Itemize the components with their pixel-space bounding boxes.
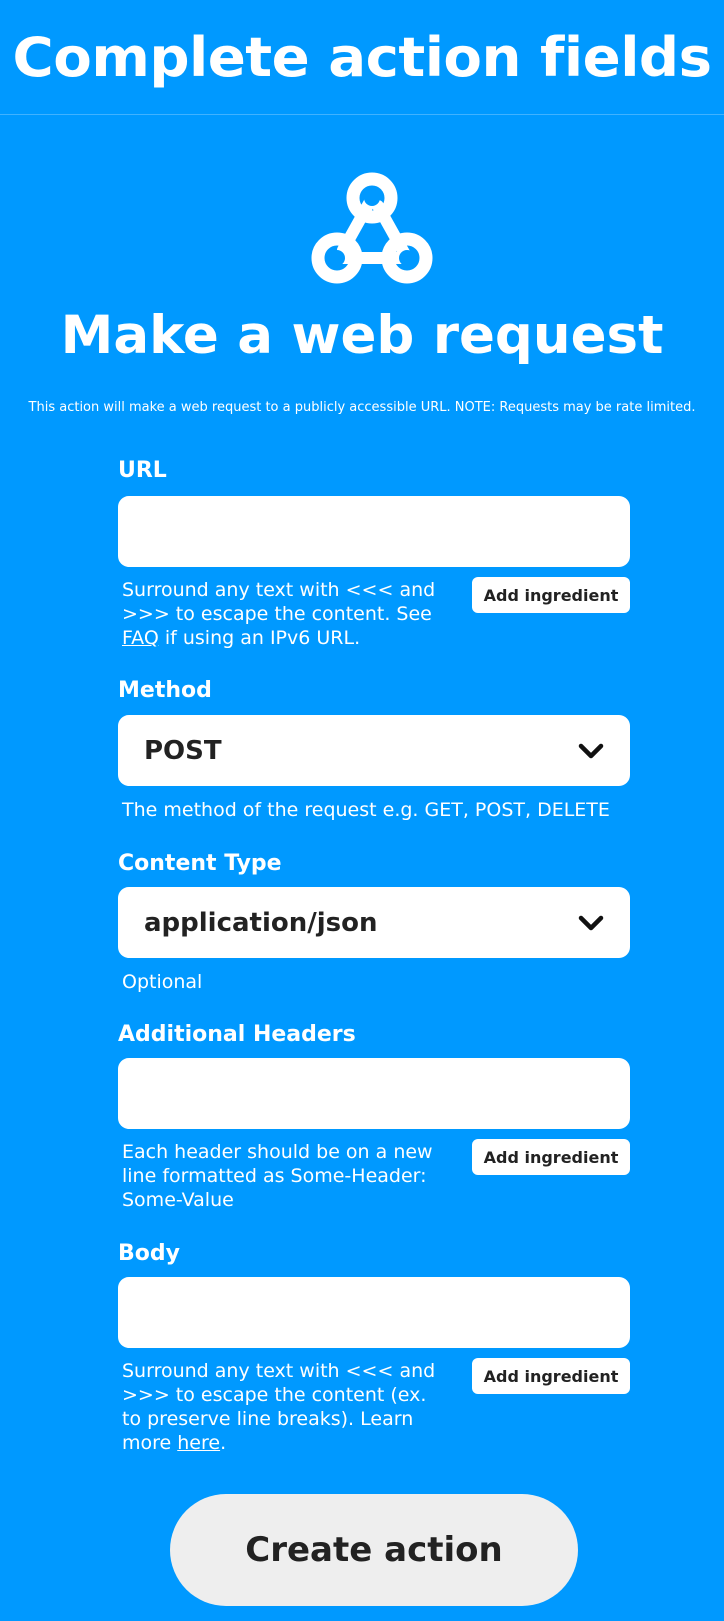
chevron-down-icon xyxy=(578,743,604,758)
page-header: Complete action fields xyxy=(0,0,724,115)
body-add-ingredient-button[interactable]: Add ingredient xyxy=(472,1358,630,1394)
action-description: This action will make a web request to a… xyxy=(28,400,696,415)
method-label: Method xyxy=(118,678,212,703)
body-input[interactable] xyxy=(118,1277,630,1348)
headers-add-ingredient-button[interactable]: Add ingredient xyxy=(472,1139,630,1175)
url-label: URL xyxy=(118,458,167,483)
method-select-value: POST xyxy=(144,735,222,766)
content-type-label: Content Type xyxy=(118,851,282,876)
action-title: Make a web request xyxy=(60,305,664,366)
body-help-end: . xyxy=(220,1432,227,1454)
content-type-select[interactable]: application/json xyxy=(118,887,630,958)
url-help-end: if using an IPv6 URL. xyxy=(158,627,361,649)
content-type-help-text: Optional xyxy=(122,971,203,993)
additional-headers-label: Additional Headers xyxy=(118,1022,356,1047)
create-action-button[interactable]: Create action xyxy=(170,1494,578,1606)
method-select[interactable]: POST xyxy=(118,715,630,786)
learn-more-link[interactable]: here xyxy=(177,1432,220,1454)
page-title: Complete action fields xyxy=(12,25,712,89)
body-help-start: Surround any text with <<< and >>> to es… xyxy=(122,1360,436,1454)
url-help-text: Surround any text with <<< and >>> to es… xyxy=(122,578,442,650)
body-help-text: Surround any text with <<< and >>> to es… xyxy=(122,1359,442,1455)
url-help-start: Surround any text with <<< and >>> to es… xyxy=(122,579,436,625)
additional-headers-input[interactable] xyxy=(118,1058,630,1129)
webhook-icon xyxy=(311,172,433,284)
faq-link[interactable]: FAQ xyxy=(122,627,159,649)
url-add-ingredient-button[interactable]: Add ingredient xyxy=(472,577,630,613)
method-help-text: The method of the request e.g. GET, POST… xyxy=(122,799,610,821)
body-label: Body xyxy=(118,1241,180,1266)
url-input[interactable] xyxy=(118,496,630,567)
content-type-select-value: application/json xyxy=(144,907,378,938)
chevron-down-icon xyxy=(578,915,604,930)
additional-headers-help-text: Each header should be on a new line form… xyxy=(122,1141,433,1211)
